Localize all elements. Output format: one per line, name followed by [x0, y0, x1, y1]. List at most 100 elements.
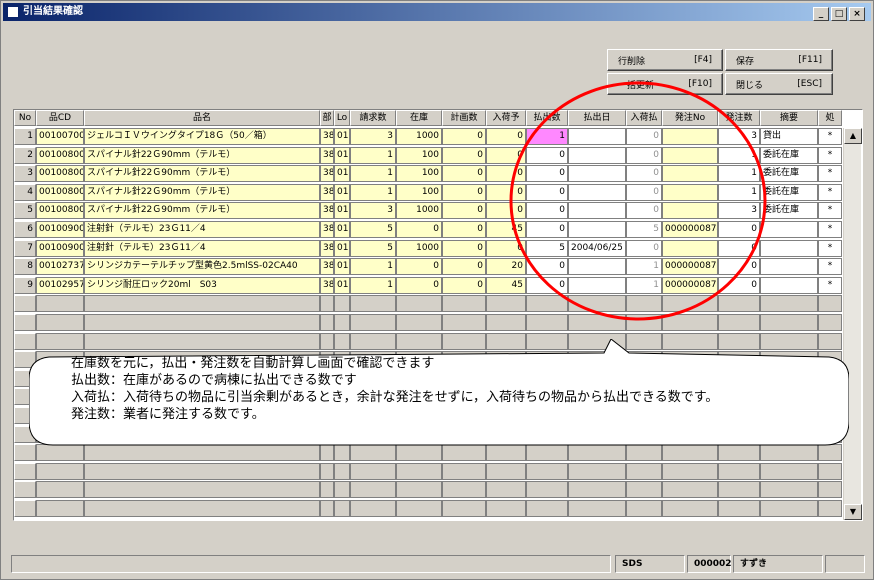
table-cell-stock[interactable] — [396, 295, 442, 313]
table-cell-req[interactable]: 1 — [350, 258, 396, 276]
table-cell-name[interactable] — [84, 481, 320, 499]
table-cell-req[interactable] — [350, 481, 396, 499]
table-cell-req[interactable] — [350, 462, 396, 480]
table-cell-name[interactable] — [84, 295, 320, 313]
table-cell-bu[interactable] — [320, 295, 334, 313]
table-cell-memo[interactable] — [760, 481, 818, 499]
table-cell-mark[interactable]: * — [818, 221, 842, 238]
table-cell-stock[interactable]: 100 — [396, 146, 442, 164]
column-header-bu[interactable]: 部 — [320, 110, 334, 126]
table-cell-stock[interactable]: 1000 — [396, 202, 442, 220]
table-cell-lo[interactable]: 01 — [334, 128, 350, 145]
table-cell-stock[interactable] — [396, 462, 442, 480]
table-cell-name[interactable]: 注射針（テルモ）23Ｇ11／4 — [84, 221, 320, 238]
table-cell-cd[interactable]: 00102957 — [36, 276, 84, 294]
table-cell-lo[interactable]: 01 — [334, 276, 350, 294]
table-cell-lo[interactable] — [334, 500, 350, 517]
table-cell-cd[interactable] — [36, 481, 84, 499]
table-cell-req[interactable]: 3 — [350, 128, 396, 145]
table-cell-plan[interactable] — [442, 481, 486, 499]
table-cell-plan[interactable]: 0 — [442, 146, 486, 164]
table-cell-cd[interactable]: 00100800 — [36, 165, 84, 183]
table-cell-mark[interactable] — [818, 314, 842, 331]
table-cell-plan[interactable] — [442, 462, 486, 480]
table-cell-stock[interactable] — [396, 481, 442, 499]
table-cell-plan[interactable] — [442, 314, 486, 331]
table-cell-name[interactable]: シリンジ耐圧ロック20ml S03 — [84, 276, 320, 294]
table-cell-cd[interactable] — [36, 500, 84, 517]
save-button[interactable]: 保存 [F11] — [725, 49, 833, 71]
table-cell-bu[interactable]: 38 — [320, 239, 334, 257]
table-cell-plan[interactable]: 0 — [442, 221, 486, 238]
table-cell-stock[interactable]: 100 — [396, 183, 442, 201]
table-cell-plan[interactable] — [442, 500, 486, 517]
table-cell-req[interactable] — [350, 500, 396, 517]
table-cell-cd[interactable]: 00100700 — [36, 128, 84, 145]
table-cell-ordq[interactable] — [718, 481, 760, 499]
table-cell-cd[interactable] — [36, 462, 84, 480]
column-header-lo[interactable]: Lo — [334, 110, 350, 126]
table-cell-stock[interactable] — [396, 314, 442, 331]
table-cell-bu[interactable]: 38 — [320, 128, 334, 145]
table-cell-plan[interactable]: 0 — [442, 128, 486, 145]
maximize-button[interactable]: □ — [831, 7, 847, 21]
table-cell-bu[interactable] — [320, 314, 334, 331]
table-cell-stock[interactable]: 0 — [396, 258, 442, 276]
table-cell-mark[interactable]: * — [818, 183, 842, 201]
table-cell-cd[interactable]: 00100900 — [36, 239, 84, 257]
table-cell-inpay[interactable] — [626, 462, 662, 480]
table-cell-cd[interactable]: 00100900 — [36, 221, 84, 238]
table-cell-bu[interactable] — [320, 500, 334, 517]
table-cell-plan[interactable]: 0 — [442, 165, 486, 183]
table-cell-name[interactable]: 注射針（テルモ）23Ｇ11／4 — [84, 239, 320, 257]
table-cell-name[interactable]: スパイナル針22Ｇ90mm（テルモ） — [84, 183, 320, 201]
table-cell-ord[interactable] — [662, 462, 718, 480]
table-cell-inc[interactable] — [486, 500, 526, 517]
table-cell-cd[interactable]: 00100800 — [36, 183, 84, 201]
table-cell-ordq[interactable] — [718, 462, 760, 480]
table-cell-bu[interactable]: 38 — [320, 183, 334, 201]
table-cell-stock[interactable]: 100 — [396, 165, 442, 183]
table-cell-memo[interactable] — [760, 500, 818, 517]
table-cell-lo[interactable]: 01 — [334, 146, 350, 164]
table-cell-stock[interactable]: 1000 — [396, 128, 442, 145]
table-cell-bu[interactable] — [320, 462, 334, 480]
table-cell-cd[interactable] — [36, 314, 84, 331]
table-cell-inpay[interactable] — [626, 500, 662, 517]
table-cell-pay[interactable] — [526, 500, 568, 517]
table-cell-lo[interactable]: 01 — [334, 202, 350, 220]
table-cell-inpay[interactable] — [626, 481, 662, 499]
table-cell-req[interactable] — [350, 295, 396, 313]
table-cell-plan[interactable]: 0 — [442, 258, 486, 276]
table-cell-stock[interactable]: 0 — [396, 221, 442, 238]
table-cell-lo[interactable] — [334, 481, 350, 499]
table-cell-plan[interactable]: 0 — [442, 276, 486, 294]
table-cell-req[interactable]: 1 — [350, 276, 396, 294]
column-header-cd[interactable]: 品CD — [36, 110, 84, 126]
table-cell-stock[interactable] — [396, 500, 442, 517]
delete-row-button[interactable]: 行削除 [F4] — [607, 49, 723, 71]
table-cell-ord[interactable] — [662, 481, 718, 499]
table-cell-ord[interactable] — [662, 500, 718, 517]
table-cell-cd[interactable] — [36, 295, 84, 313]
table-cell-cd[interactable]: 00100800 — [36, 202, 84, 220]
table-cell-mark[interactable]: * — [818, 239, 842, 257]
close-button[interactable]: × — [849, 7, 865, 21]
table-cell-name[interactable]: スパイナル針22Ｇ90mm（テルモ） — [84, 146, 320, 164]
column-header-stock[interactable]: 在庫 — [396, 110, 442, 126]
table-cell-date[interactable] — [568, 500, 626, 517]
table-cell-name[interactable]: シリンジカテーテルチップ型黄色2.5mlSS-02CA40 — [84, 258, 320, 276]
table-cell-lo[interactable]: 01 — [334, 183, 350, 201]
table-cell-mark[interactable]: * — [818, 165, 842, 183]
table-cell-mark[interactable] — [818, 462, 842, 480]
table-cell-cd[interactable]: 00100800 — [36, 146, 84, 164]
column-header-name[interactable]: 品名 — [84, 110, 320, 126]
table-cell-mark[interactable] — [818, 295, 842, 313]
table-cell-mark[interactable]: * — [818, 258, 842, 276]
column-header-req[interactable]: 請求数 — [350, 110, 396, 126]
table-cell-name[interactable] — [84, 462, 320, 480]
table-cell-inc[interactable] — [486, 481, 526, 499]
table-cell-mark[interactable] — [818, 500, 842, 517]
table-cell-mark[interactable]: * — [818, 146, 842, 164]
table-cell-bu[interactable]: 38 — [320, 221, 334, 238]
